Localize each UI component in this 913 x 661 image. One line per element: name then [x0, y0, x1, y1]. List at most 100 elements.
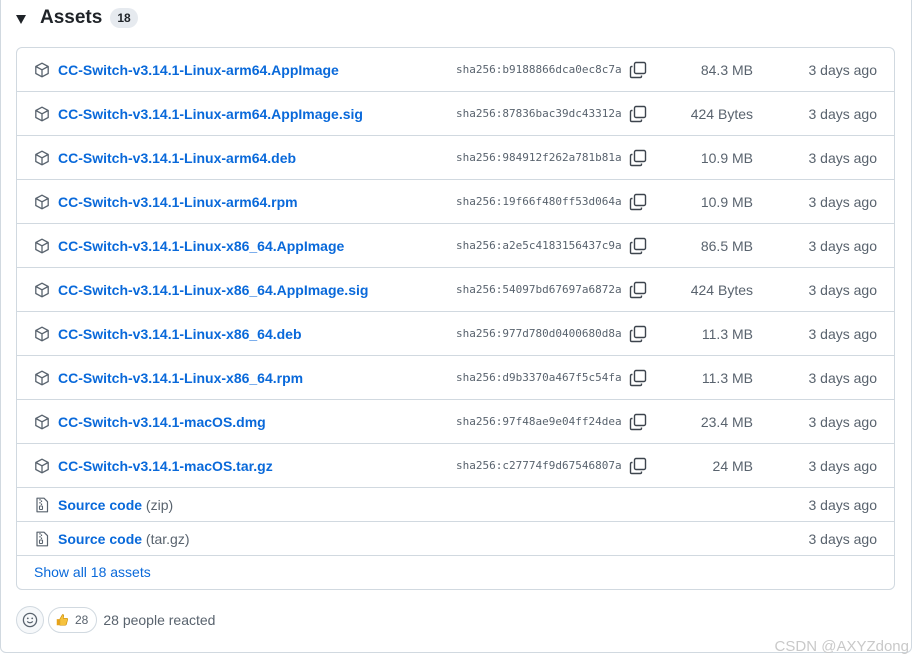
- source-code-link[interactable]: Source code (tar.gz): [58, 531, 190, 547]
- asset-link[interactable]: CC-Switch-v3.14.1-macOS.dmg: [58, 414, 266, 430]
- source-code-date: 3 days ago: [808, 530, 878, 547]
- copy-icon: [629, 281, 647, 298]
- asset-row: CC-Switch-v3.14.1-Linux-arm64.deb sha256…: [17, 136, 894, 180]
- asset-sha256: sha256:54097bd67697a6872a: [456, 283, 622, 296]
- package-icon: [35, 282, 49, 297]
- watermark: CSDN @AXYZdong: [774, 638, 909, 655]
- assets-count-badge: 18: [110, 8, 138, 28]
- asset-link[interactable]: CC-Switch-v3.14.1-Linux-arm64.AppImage: [58, 62, 339, 78]
- asset-date: 3 days ago: [808, 193, 878, 210]
- asset-size: 23.4 MB: [700, 413, 753, 430]
- asset-sha256: sha256:b9188866dca0ec8c7a: [456, 63, 622, 76]
- asset-row: CC-Switch-v3.14.1-Linux-x86_64.rpm sha25…: [17, 356, 894, 400]
- asset-row: CC-Switch-v3.14.1-macOS.dmg sha256:97f48…: [17, 400, 894, 444]
- assets-title: Assets: [40, 7, 103, 28]
- source-code-row: Source code (zip) 3 days ago: [17, 488, 894, 522]
- package-icon: [35, 414, 49, 429]
- assets-header[interactable]: Assets 18: [16, 4, 138, 32]
- asset-sha256: sha256:c27774f9d67546807a: [456, 459, 622, 472]
- copy-sha-button[interactable]: [629, 193, 647, 211]
- copy-icon: [629, 105, 647, 122]
- package-icon: [35, 458, 49, 473]
- thumbs-up-reaction-button[interactable]: 28: [48, 607, 98, 633]
- copy-icon: [629, 325, 647, 342]
- source-code-label: Source code: [58, 496, 143, 513]
- asset-date: 3 days ago: [808, 61, 878, 78]
- asset-date: 3 days ago: [808, 149, 878, 166]
- assets-list: CC-Switch-v3.14.1-Linux-arm64.AppImage s…: [16, 47, 895, 590]
- asset-sha256: sha256:977d780d0400680d8a: [456, 327, 622, 340]
- asset-size: 424 Bytes: [690, 281, 753, 298]
- source-code-format: (zip): [145, 496, 174, 513]
- copy-sha-button[interactable]: [629, 61, 647, 79]
- copy-icon: [629, 193, 647, 210]
- asset-row: CC-Switch-v3.14.1-Linux-arm64.AppImage s…: [17, 48, 894, 92]
- copy-sha-button[interactable]: [629, 413, 647, 431]
- asset-size: 10.9 MB: [700, 193, 753, 210]
- asset-row: CC-Switch-v3.14.1-Linux-x86_64.AppImage …: [17, 224, 894, 268]
- source-code-row: Source code (tar.gz) 3 days ago: [17, 522, 894, 556]
- copy-sha-button[interactable]: [629, 325, 647, 343]
- asset-date: 3 days ago: [808, 413, 878, 430]
- asset-link[interactable]: CC-Switch-v3.14.1-Linux-arm64.deb: [58, 150, 296, 166]
- asset-date: 3 days ago: [808, 457, 878, 474]
- copy-sha-button[interactable]: [629, 457, 647, 475]
- asset-sha256: sha256:19f66f480ff53d064a: [456, 195, 622, 208]
- triangle-down-icon[interactable]: [16, 14, 26, 24]
- asset-size: 424 Bytes: [690, 105, 753, 122]
- copy-icon: [629, 237, 647, 254]
- copy-sha-button[interactable]: [629, 149, 647, 167]
- package-icon: [35, 370, 49, 385]
- asset-sha256: sha256:a2e5c4183156437c9a: [456, 239, 622, 252]
- copy-sha-button[interactable]: [629, 237, 647, 255]
- asset-date: 3 days ago: [808, 325, 878, 342]
- package-icon: [35, 62, 49, 77]
- file-zip-icon: [36, 497, 49, 512]
- asset-sha256: sha256:984912f262a781b81a: [456, 151, 622, 164]
- source-code-label: Source code: [58, 530, 143, 547]
- show-all-assets-link[interactable]: Show all 18 assets: [34, 564, 151, 580]
- asset-size: 84.3 MB: [700, 61, 753, 78]
- thumbs-up-count: 28: [75, 613, 89, 627]
- copy-icon: [629, 149, 647, 166]
- package-icon: [35, 106, 49, 121]
- asset-date: 3 days ago: [808, 369, 878, 386]
- asset-date: 3 days ago: [808, 105, 878, 122]
- copy-icon: [629, 61, 647, 78]
- asset-link[interactable]: CC-Switch-v3.14.1-Linux-arm64.rpm: [58, 194, 298, 210]
- source-code-link[interactable]: Source code (zip): [58, 497, 173, 513]
- asset-date: 3 days ago: [808, 281, 878, 298]
- package-icon: [35, 326, 49, 341]
- asset-link[interactable]: CC-Switch-v3.14.1-Linux-x86_64.AppImage: [58, 238, 344, 254]
- asset-row: CC-Switch-v3.14.1-Linux-x86_64.AppImage.…: [17, 268, 894, 312]
- asset-link[interactable]: CC-Switch-v3.14.1-Linux-arm64.AppImage.s…: [58, 106, 363, 122]
- asset-date: 3 days ago: [808, 237, 878, 254]
- asset-link[interactable]: CC-Switch-v3.14.1-macOS.tar.gz: [58, 458, 273, 474]
- asset-row: CC-Switch-v3.14.1-Linux-arm64.AppImage.s…: [17, 92, 894, 136]
- add-reaction-button[interactable]: [16, 606, 44, 634]
- smiley-icon: [22, 612, 38, 628]
- asset-row: CC-Switch-v3.14.1-Linux-x86_64.deb sha25…: [17, 312, 894, 356]
- asset-sha256: sha256:87836bac39dc43312a: [456, 107, 622, 120]
- copy-sha-button[interactable]: [629, 369, 647, 387]
- asset-size: 24 MB: [712, 457, 753, 474]
- asset-link[interactable]: CC-Switch-v3.14.1-Linux-x86_64.rpm: [58, 370, 303, 386]
- reactions-summary: 28 people reacted: [103, 612, 216, 628]
- file-zip-icon: [36, 531, 49, 546]
- copy-icon: [629, 413, 647, 430]
- source-code-format: (tar.gz): [145, 530, 190, 547]
- package-icon: [35, 194, 49, 209]
- copy-sha-button[interactable]: [629, 105, 647, 123]
- asset-link[interactable]: CC-Switch-v3.14.1-Linux-x86_64.AppImage.…: [58, 282, 368, 298]
- asset-size: 86.5 MB: [700, 237, 753, 254]
- copy-icon: [629, 369, 647, 386]
- copy-icon: [629, 457, 647, 474]
- copy-sha-button[interactable]: [629, 281, 647, 299]
- asset-size: 11.3 MB: [701, 369, 753, 386]
- package-icon: [35, 238, 49, 253]
- asset-sha256: sha256:97f48ae9e04ff24dea: [456, 415, 622, 428]
- asset-link[interactable]: CC-Switch-v3.14.1-Linux-x86_64.deb: [58, 326, 302, 342]
- asset-size: 11.3 MB: [701, 325, 753, 342]
- thumbs-up-icon: [56, 614, 68, 626]
- reactions-bar: 28 28 people reacted: [16, 606, 215, 634]
